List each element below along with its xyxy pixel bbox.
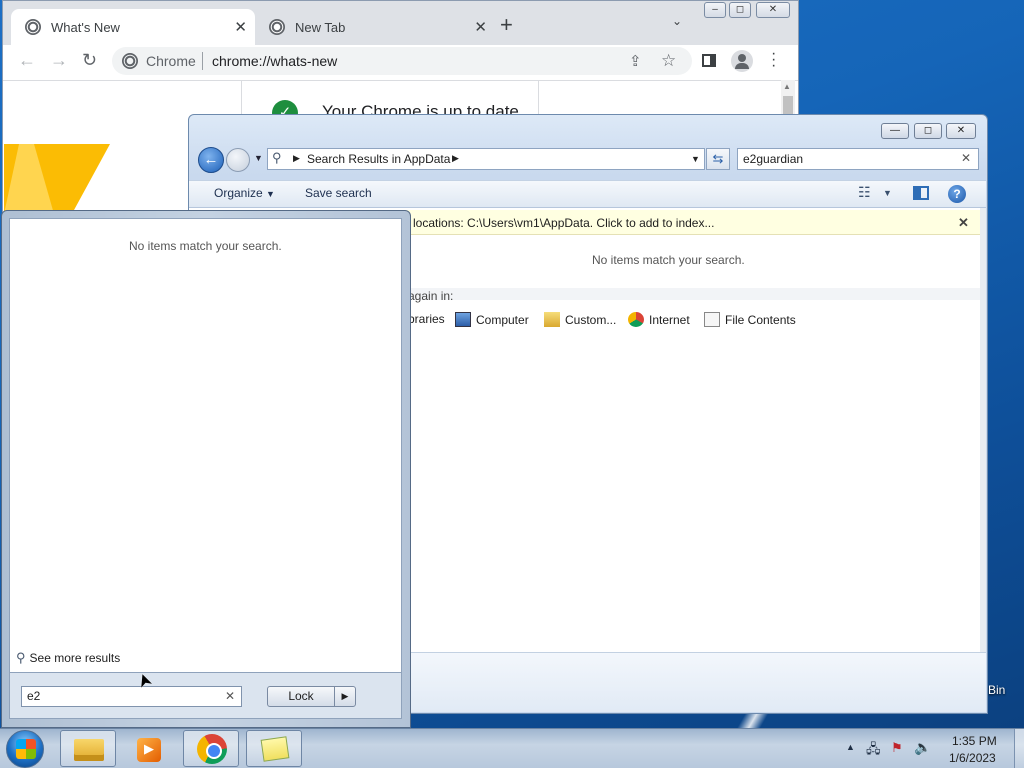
chrome-close-button[interactable]: ✕	[756, 2, 790, 18]
clock-time[interactable]: 1:35 PM	[952, 734, 997, 748]
omnibox-separator	[202, 52, 203, 70]
organize-button[interactable]: Organize ▼	[214, 186, 275, 200]
search-again-file-contents[interactable]: File Contents	[704, 312, 796, 327]
preview-pane-icon[interactable]	[913, 186, 929, 200]
search-icon: ⚲	[272, 150, 282, 165]
chrome-restore-button[interactable]: ◻	[729, 2, 751, 18]
forward-arrow-icon[interactable]: →	[50, 50, 68, 71]
show-hidden-icons-arrow-icon[interactable]: ▲	[846, 742, 855, 752]
close-tab-icon[interactable]: ✕	[234, 18, 247, 36]
chrome-favicon-icon	[25, 19, 41, 35]
recent-pages-dropdown-icon[interactable]: ▼	[254, 153, 263, 163]
action-center-flag-icon[interactable]: ⚑	[891, 740, 903, 756]
breadcrumb-search-results[interactable]: Search Results in AppData	[307, 152, 450, 166]
network-icon[interactable]: 🖧	[866, 740, 881, 762]
search-icon: ⚲	[16, 650, 26, 665]
taskbar-media-player[interactable]	[121, 730, 177, 767]
empty-results-message: No items match your search.	[592, 253, 745, 267]
clear-search-icon[interactable]: ✕	[961, 151, 971, 165]
chrome-site-icon	[122, 53, 138, 69]
forward-arrow-icon[interactable]	[226, 148, 250, 172]
chevron-down-icon: ▼	[266, 189, 275, 199]
views-dropdown-icon[interactable]: ▼	[883, 188, 892, 198]
clock-date[interactable]: 1/6/2023	[949, 751, 996, 765]
see-more-results-link[interactable]: ⚲ See more results	[16, 650, 120, 666]
save-search-button[interactable]: Save search	[305, 186, 372, 200]
location-label: Computer	[476, 312, 529, 327]
start-search-input[interactable]	[21, 686, 242, 707]
explorer-search-value[interactable]: e2guardian	[743, 152, 803, 166]
profile-avatar-icon[interactable]	[731, 50, 753, 72]
omnibox-site-label: Chrome	[146, 53, 196, 69]
chrome-menu-kebab-icon[interactable]: · · ·	[771, 46, 776, 74]
infobar-text[interactable]: locations: C:\Users\vm1\AppData. Click t…	[413, 216, 714, 230]
explorer-close-button[interactable]: ✕	[946, 123, 976, 139]
chrome-minimize-button[interactable]: –	[704, 2, 726, 18]
reload-icon[interactable]: ↻	[82, 50, 97, 71]
back-arrow-icon[interactable]: ←	[198, 147, 224, 173]
search-again-custom[interactable]: Custom...	[544, 312, 616, 327]
tab-search-chevron-icon[interactable]: ⌄	[672, 14, 682, 28]
back-arrow-icon[interactable]: ←	[18, 50, 36, 71]
scroll-up-arrow-icon[interactable]: ▲	[783, 82, 791, 91]
location-label: Internet	[649, 312, 690, 327]
organize-label: Organize	[214, 186, 263, 200]
breadcrumb-chevron-icon[interactable]: ▶	[293, 153, 300, 164]
explorer-minimize-button[interactable]: —	[881, 123, 909, 139]
tab-label: What's New	[51, 19, 120, 35]
clear-search-icon[interactable]: ✕	[225, 689, 235, 703]
folder-icon	[74, 739, 104, 761]
new-tab-plus-icon[interactable]: +	[500, 12, 513, 38]
breadcrumb-chevron-icon[interactable]: ▶	[452, 153, 459, 164]
lock-button[interactable]: Lock	[267, 686, 335, 707]
share-icon[interactable]: ⇪	[629, 52, 642, 70]
help-icon[interactable]: ?	[948, 185, 966, 203]
infobar-close-icon[interactable]: ✕	[958, 215, 969, 231]
tab-new-tab[interactable]: New Tab ✕	[255, 9, 495, 45]
chrome-icon	[628, 312, 644, 327]
chrome-icon	[197, 734, 227, 764]
computer-icon	[455, 312, 471, 327]
start-empty-results-message: No items match your search.	[129, 239, 282, 253]
omnibox[interactable]	[112, 47, 692, 75]
change-view-icon[interactable]: ☷	[858, 184, 871, 201]
tab-whats-new[interactable]: What's New ✕	[11, 9, 255, 45]
address-dropdown-icon[interactable]: ▼	[691, 154, 700, 164]
volume-icon[interactable]: 🔈	[914, 739, 931, 756]
show-desktop-button[interactable]	[1014, 729, 1024, 768]
bookmark-star-icon[interactable]: ☆	[661, 51, 676, 71]
search-again-libraries[interactable]: braries	[408, 312, 445, 326]
start-button[interactable]	[6, 730, 44, 768]
refresh-icon[interactable]: ⇆	[706, 148, 730, 170]
close-tab-icon[interactable]: ✕	[474, 18, 487, 36]
chrome-favicon-icon	[269, 19, 285, 35]
side-panel-icon[interactable]	[702, 54, 716, 67]
explorer-scrollbar[interactable]	[980, 208, 986, 652]
document-search-icon	[704, 312, 720, 327]
location-label: File Contents	[725, 312, 796, 327]
windows-logo-icon	[16, 739, 36, 759]
recycle-bin-label[interactable]: Bin	[988, 683, 1005, 697]
folder-icon	[544, 312, 560, 327]
see-more-label: See more results	[29, 651, 121, 665]
location-label: braries	[408, 312, 445, 326]
taskbar-sticky-notes[interactable]	[246, 730, 302, 767]
tab-label: New Tab	[295, 19, 346, 35]
start-search-value[interactable]: e2	[27, 689, 40, 703]
taskbar-windows-explorer[interactable]	[60, 730, 116, 767]
search-again-computer[interactable]: Computer	[455, 312, 529, 327]
power-options-arrow-icon[interactable]: ▶	[334, 686, 356, 707]
search-again-label: again in:	[408, 289, 454, 303]
omnibox-url[interactable]: chrome://whats-new	[212, 53, 337, 69]
explorer-maximize-button[interactable]: ◻	[914, 123, 942, 139]
location-label: Custom...	[565, 312, 617, 327]
sticky-notes-icon	[260, 736, 290, 762]
search-again-internet[interactable]: Internet	[628, 312, 690, 327]
media-player-icon	[137, 738, 161, 762]
taskbar-google-chrome[interactable]	[183, 730, 239, 767]
start-search-results	[9, 218, 402, 673]
